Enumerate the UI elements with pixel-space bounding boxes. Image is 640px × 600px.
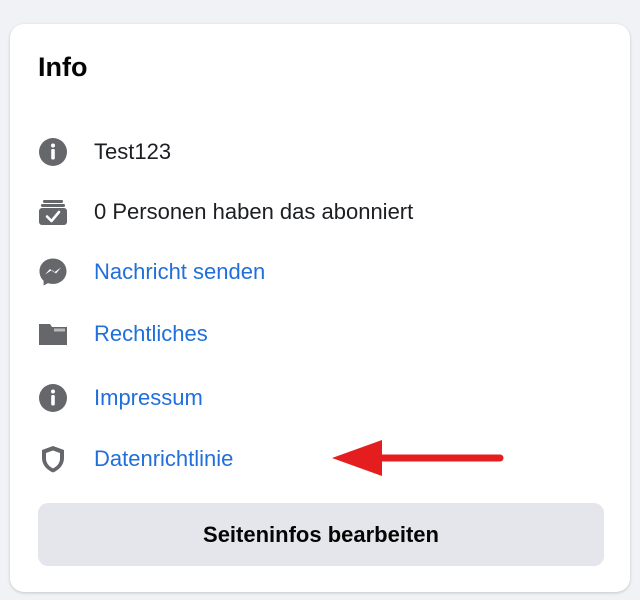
info-row-description: Test123	[38, 134, 171, 170]
info-row-privacy-policy[interactable]: Datenrichtlinie	[38, 441, 233, 477]
info-row-legal[interactable]: Rechtliches	[38, 316, 208, 352]
info-icon	[38, 383, 68, 413]
privacy-policy-link[interactable]: Datenrichtlinie	[94, 446, 233, 472]
subscribers-text: 0 Personen haben das abonniert	[94, 199, 414, 224]
info-row-send-message[interactable]: Nachricht senden	[38, 254, 265, 290]
shield-icon	[38, 444, 68, 474]
legal-link[interactable]: Rechtliches	[94, 321, 208, 347]
info-row-imprint[interactable]: Impressum	[38, 380, 203, 416]
imprint-link[interactable]: Impressum	[94, 385, 203, 411]
send-message-link[interactable]: Nachricht senden	[94, 259, 265, 285]
info-icon	[38, 137, 68, 167]
info-row-subscribers: 0 Personen haben das abonniert	[38, 194, 413, 230]
edit-page-info-button[interactable]: Seiteninfos bearbeiten	[38, 503, 604, 566]
card-title: Info	[38, 52, 88, 82]
annotation-arrow-icon	[332, 440, 504, 476]
messenger-icon	[38, 257, 68, 287]
folder-icon	[38, 319, 68, 349]
info-card: Info Test123 0 Personen haben das abonni…	[10, 24, 630, 592]
subscribers-icon	[38, 197, 68, 227]
description-text: Test123	[94, 139, 172, 164]
